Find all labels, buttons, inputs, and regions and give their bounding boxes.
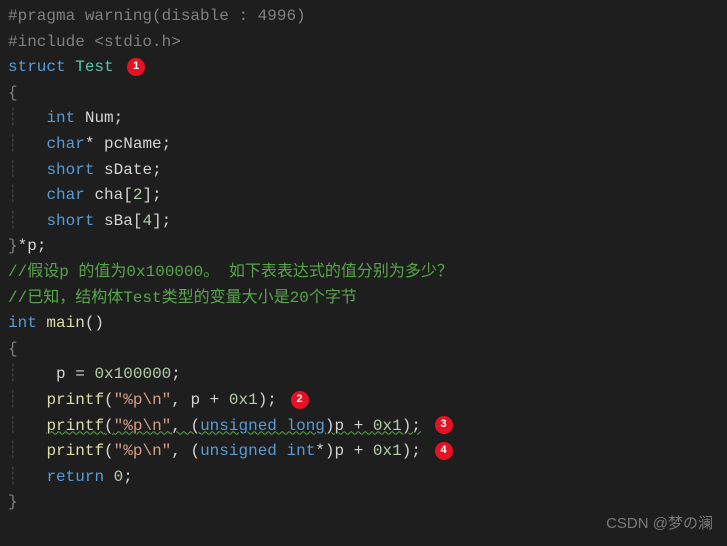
open-brace: { [8, 340, 18, 358]
code-line: //假设p 的值为0x100000。 如下表表达式的值分别为多少？ [8, 260, 719, 286]
identifier: Num; [75, 109, 123, 127]
assignment: p = [18, 365, 95, 383]
type: char [46, 135, 84, 153]
code-line: ┊ int Num; [8, 106, 719, 132]
identifier: * pcName; [85, 135, 171, 153]
code-line: ┊ printf("%p\n", p + 0x1); 2 [8, 388, 719, 414]
punct: ; [171, 365, 181, 383]
number: 0x1 [373, 417, 402, 435]
identifier: cha[ [85, 186, 133, 204]
type: char [46, 186, 84, 204]
include-keyword: #include [8, 33, 94, 51]
code-line: { [8, 81, 719, 107]
close-brace: } [8, 493, 18, 511]
code-line: { [8, 337, 719, 363]
type: int [46, 109, 75, 127]
code-line: ┊ short sDate; [8, 158, 719, 184]
string: "%p\n" [114, 391, 172, 409]
comment: //已知，结构体Test类型的变量大小是20个字节 [8, 289, 357, 307]
number: 0x1 [229, 391, 258, 409]
number: 0x100000 [94, 365, 171, 383]
punct: ]; [142, 186, 161, 204]
code-line: int main() [8, 311, 719, 337]
code-line: ┊ short sBa[4]; [8, 209, 719, 235]
annotation-badge-3: 3 [435, 416, 453, 434]
code-line: //已知，结构体Test类型的变量大小是20个字节 [8, 286, 719, 312]
struct-keyword: struct [8, 58, 66, 76]
cast: unsigned long [200, 417, 325, 435]
close-brace: } [8, 237, 18, 255]
cast: unsigned int [200, 442, 315, 460]
code-line: struct Test 1 [8, 55, 719, 81]
return-keyword: return [46, 468, 104, 486]
type: short [46, 212, 94, 230]
parens: () [85, 314, 104, 332]
type: short [46, 161, 94, 179]
ptr-decl: *p; [18, 237, 47, 255]
number: 0 [104, 468, 123, 486]
preprocessor: #pragma warning(disable : 4996) [8, 7, 306, 25]
number: 4 [142, 212, 152, 230]
watermark: CSDN @梦の澜 [606, 512, 713, 536]
code-line: }*p; [8, 234, 719, 260]
number: 0x1 [373, 442, 402, 460]
annotation-badge-4: 4 [435, 442, 453, 460]
code-line: ┊ return 0; [8, 465, 719, 491]
annotation-badge-2: 2 [291, 391, 309, 409]
code-line: ┊ printf("%p\n", (unsigned int*)p + 0x1)… [8, 439, 719, 465]
string: "%p\n" [114, 417, 172, 435]
code-line: #include <stdio.h> [8, 30, 719, 56]
printf-call: printf [46, 391, 104, 409]
include-header: <stdio.h> [94, 33, 180, 51]
code-line: ┊ p = 0x100000; [8, 362, 719, 388]
comment: //假设p 的值为0x100000。 如下表表达式的值分别为多少？ [8, 263, 453, 281]
printf-call: printf [46, 442, 104, 460]
open-brace: { [8, 84, 18, 102]
annotation-badge-1: 1 [127, 58, 145, 76]
code-line: ┊ char cha[2]; [8, 183, 719, 209]
string: "%p\n" [114, 442, 172, 460]
struct-name: Test [75, 58, 113, 76]
type: int [8, 314, 37, 332]
main-func: main [37, 314, 85, 332]
printf-call: printf [46, 417, 104, 435]
punct: ]; [152, 212, 171, 230]
code-line: ┊ char* pcName; [8, 132, 719, 158]
code-line: #pragma warning(disable : 4996) [8, 4, 719, 30]
code-line: ┊ printf("%p\n", (unsigned long)p + 0x1)… [8, 414, 719, 440]
identifier: sBa[ [94, 212, 142, 230]
identifier: sDate; [94, 161, 161, 179]
